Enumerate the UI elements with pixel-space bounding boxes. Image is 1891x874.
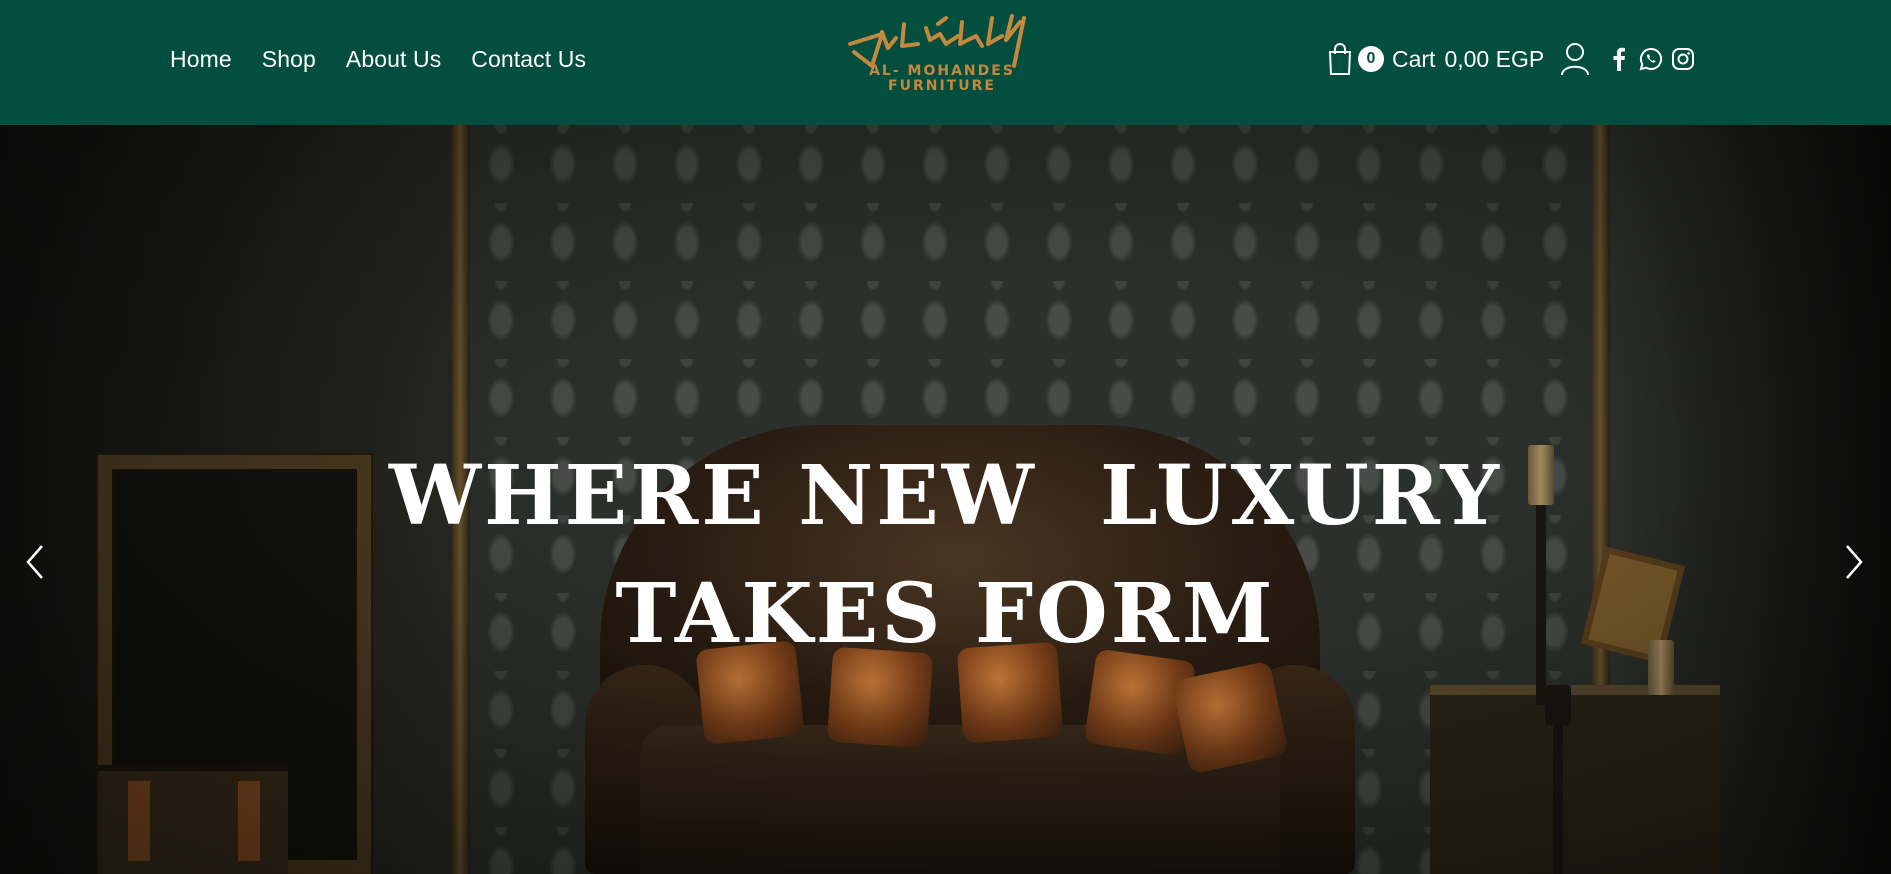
nav-about-link[interactable]: About Us — [346, 46, 441, 73]
facebook-icon[interactable] — [1606, 46, 1632, 72]
cart-label[interactable]: Cart — [1392, 46, 1435, 73]
logo-line-2: FURNITURE — [888, 78, 996, 94]
nav-contact-link[interactable]: Contact Us — [471, 46, 586, 73]
hero-headline-line-1: WHERE NEW LUXURY — [389, 448, 1502, 544]
hero-headline: WHERE NEW LUXURY TAKES FORM — [0, 437, 1891, 673]
chevron-left-icon[interactable] — [20, 537, 50, 587]
logo-line-1: AL- MOHANDES — [869, 63, 1015, 79]
site-logo[interactable]: AL- MOHANDES FURNITURE — [842, 14, 1042, 100]
site-header: Home Shop About Us Contact Us AL- MOHAND… — [0, 0, 1891, 125]
logo-text: AL- MOHANDES FURNITURE — [842, 64, 1042, 94]
instagram-icon[interactable] — [1670, 46, 1696, 72]
chevron-right-icon[interactable] — [1839, 537, 1869, 587]
hero-slider: WHERE NEW LUXURY TAKES FORM — [0, 125, 1891, 874]
hero-headline-line-2: TAKES FORM — [615, 566, 1276, 662]
shopping-bag-icon[interactable] — [1326, 42, 1354, 76]
nav-home-link[interactable]: Home — [170, 46, 232, 73]
user-icon[interactable] — [1560, 42, 1590, 76]
cart-amount[interactable]: 0,00 EGP — [1444, 46, 1544, 73]
whatsapp-icon[interactable] — [1638, 46, 1664, 72]
nav-shop-link[interactable]: Shop — [262, 46, 316, 73]
header-actions: 0 Cart 0,00 EGP — [1326, 0, 1702, 118]
cart-count-badge[interactable]: 0 — [1358, 46, 1384, 72]
main-nav: Home Shop About Us Contact Us — [170, 0, 586, 118]
